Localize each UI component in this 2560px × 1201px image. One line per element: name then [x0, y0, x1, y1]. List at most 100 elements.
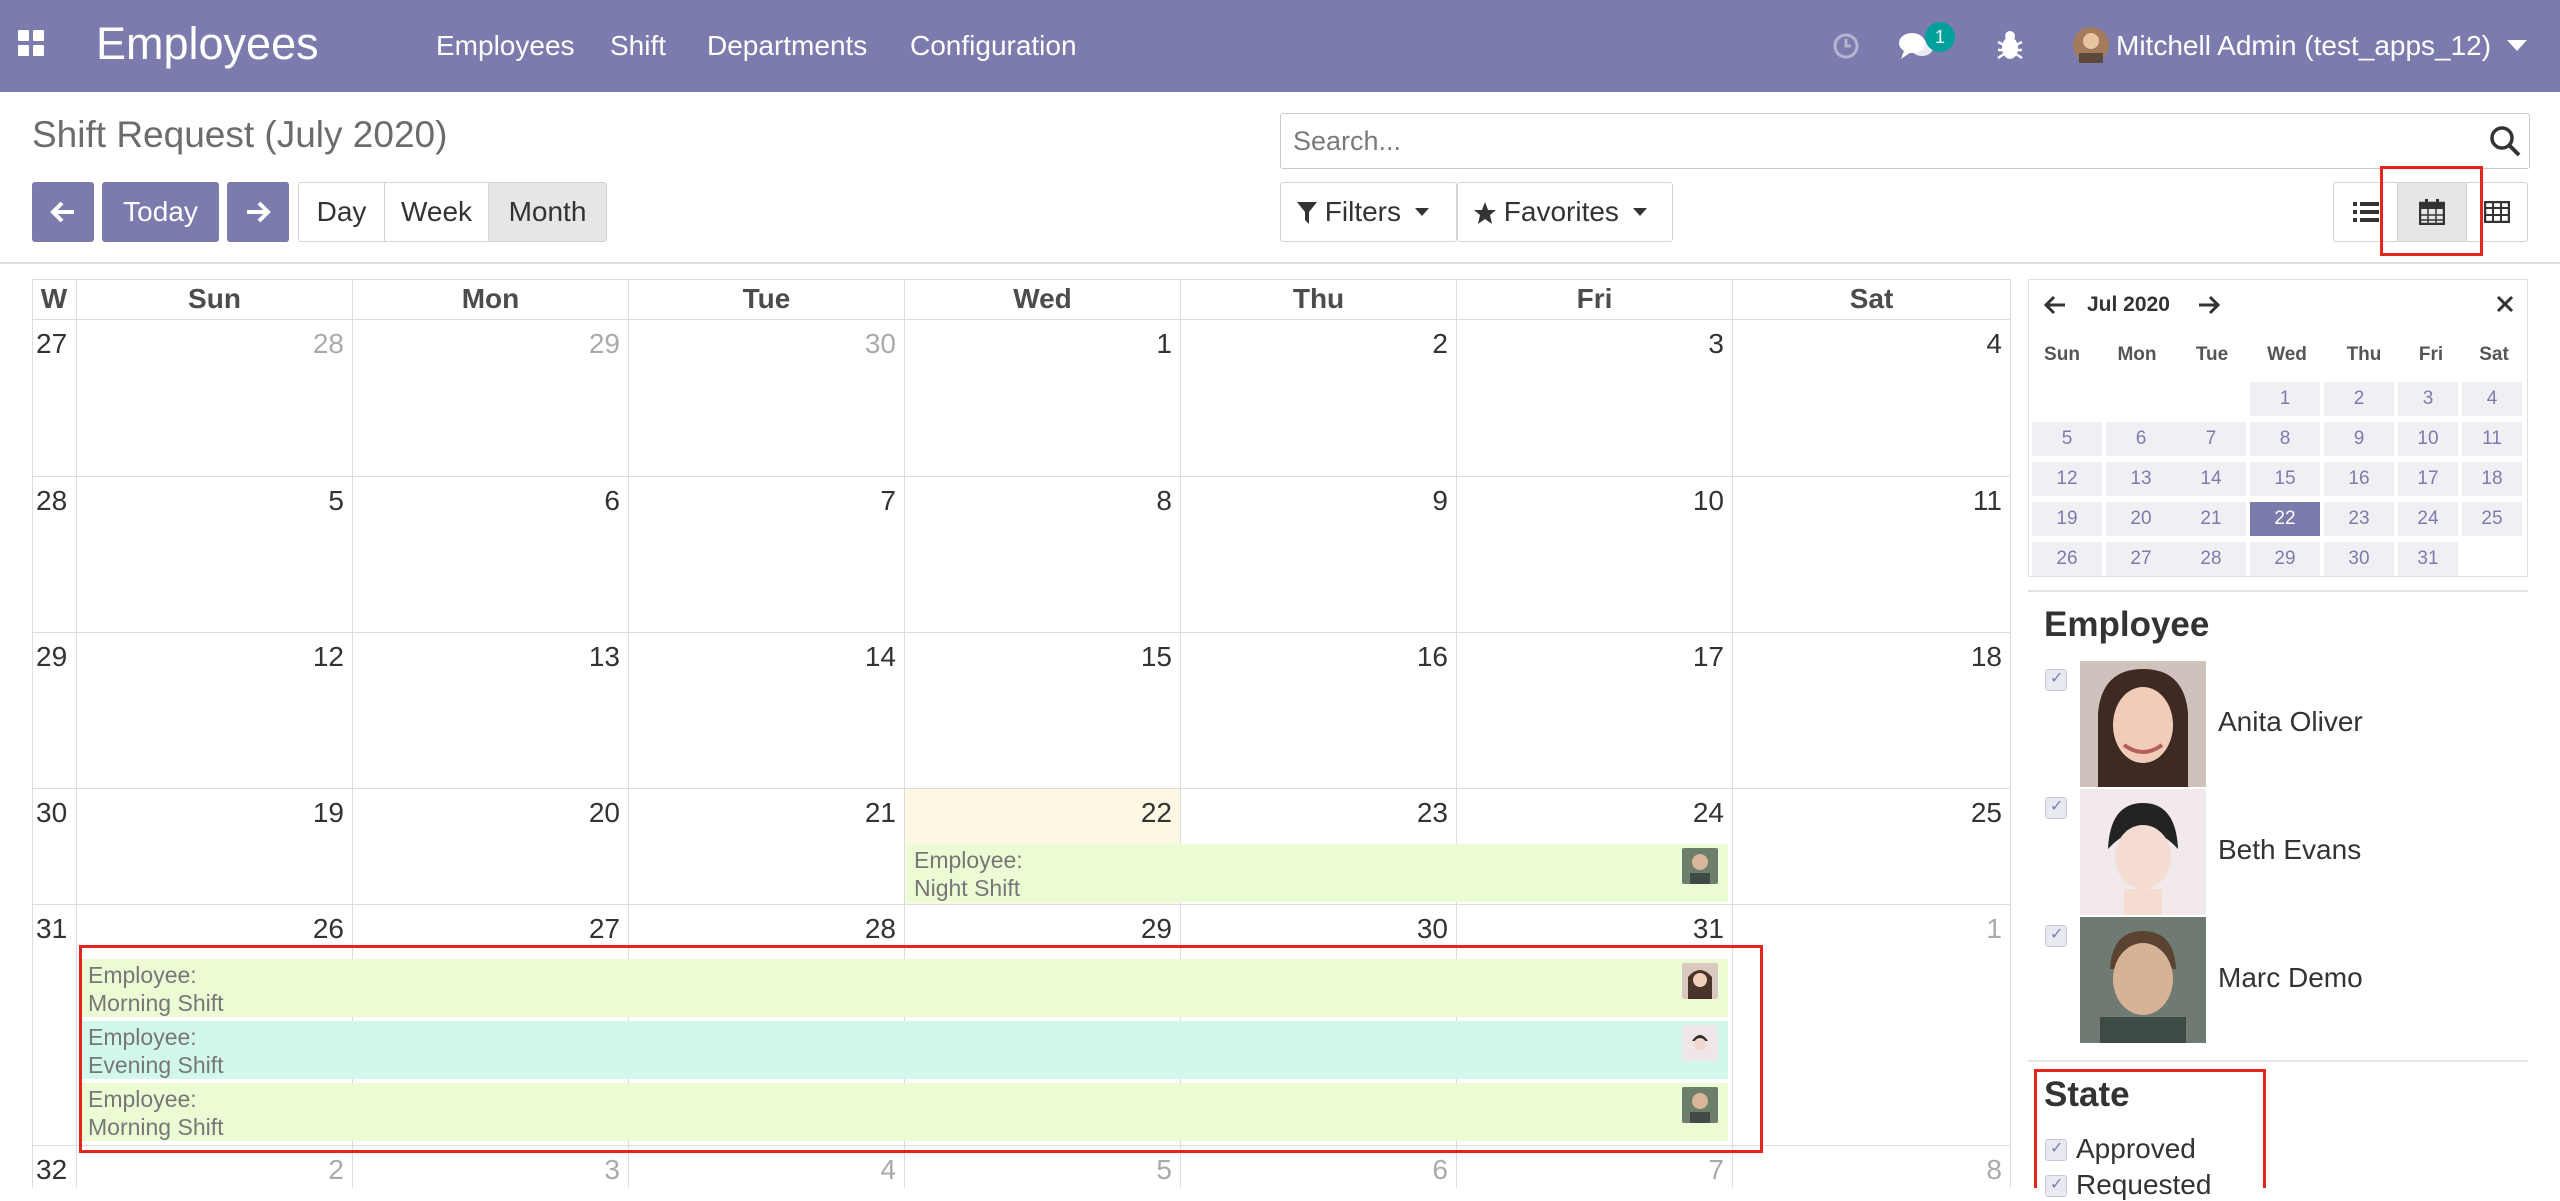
mini-day[interactable]: 9: [2324, 422, 2394, 456]
day-cell[interactable]: 12: [77, 633, 353, 789]
day-cell[interactable]: 15: [905, 633, 1181, 789]
employee-name[interactable]: Anita Oliver: [2218, 706, 2363, 738]
mini-day[interactable]: 19: [2032, 502, 2102, 536]
user-menu[interactable]: Mitchell Admin (test_apps_12): [2116, 30, 2491, 62]
day-cell[interactable]: 6: [353, 477, 629, 633]
caret-down-icon[interactable]: [2507, 40, 2527, 52]
user-avatar[interactable]: [2073, 27, 2109, 63]
employee-checkbox[interactable]: [2045, 924, 2067, 947]
mini-day[interactable]: 14: [2176, 462, 2246, 496]
mini-day[interactable]: 4: [2462, 382, 2522, 416]
menu-configuration[interactable]: Configuration: [910, 30, 1077, 62]
mini-day[interactable]: 16: [2324, 462, 2394, 496]
mini-day[interactable]: 11: [2462, 422, 2522, 456]
day-cell[interactable]: 28: [77, 320, 353, 477]
previous-button[interactable]: [32, 182, 94, 242]
mini-day[interactable]: 25: [2462, 502, 2522, 536]
next-button[interactable]: [227, 182, 289, 242]
day-cell[interactable]: 1: [1733, 905, 2011, 1146]
day-number: 29: [588, 328, 620, 359]
event-line-2: Night Shift: [914, 875, 1021, 901]
mini-day[interactable]: 1: [2250, 382, 2320, 416]
mini-day[interactable]: 10: [2398, 422, 2458, 456]
close-icon[interactable]: [2496, 295, 2514, 313]
mini-day-selected[interactable]: 22: [2250, 502, 2320, 536]
week-number-label: 27: [36, 328, 68, 359]
employee-checkbox[interactable]: [2045, 668, 2067, 691]
mini-day[interactable]: 27: [2106, 542, 2176, 576]
mini-day[interactable]: 23: [2324, 502, 2394, 536]
mini-prev-arrow-icon[interactable]: [2044, 295, 2066, 315]
debug-bug-icon[interactable]: [1996, 30, 2024, 62]
favorites-button[interactable]: Favorites: [1457, 182, 1673, 242]
day-cell[interactable]: 2: [1181, 320, 1457, 477]
mini-day[interactable]: 20: [2106, 502, 2176, 536]
day-cell[interactable]: 14: [629, 633, 905, 789]
mini-day[interactable]: 30: [2324, 542, 2394, 576]
employee-name[interactable]: Beth Evans: [2218, 834, 2361, 866]
mini-day[interactable]: 15: [2250, 462, 2320, 496]
mini-day[interactable]: 29: [2250, 542, 2320, 576]
day-cell[interactable]: 3: [1457, 320, 1733, 477]
mini-day[interactable]: 31: [2398, 542, 2458, 576]
menu-employees[interactable]: Employees: [436, 30, 575, 62]
day-cell[interactable]: 19: [77, 789, 353, 905]
menu-shift[interactable]: Shift: [610, 30, 666, 62]
scale-month-button[interactable]: Month: [488, 182, 607, 242]
mini-day[interactable]: 24: [2398, 502, 2458, 536]
day-cell[interactable]: 29: [353, 320, 629, 477]
mini-day[interactable]: 28: [2176, 542, 2246, 576]
day-cell[interactable]: 1: [905, 320, 1181, 477]
mini-next-arrow-icon[interactable]: [2198, 295, 2220, 315]
scale-week-button[interactable]: Week: [384, 182, 489, 242]
mini-day[interactable]: 2: [2324, 382, 2394, 416]
scale-day-button[interactable]: Day: [298, 182, 385, 242]
search-input[interactable]: Search...: [1280, 113, 2530, 169]
apps-menu-icon[interactable]: [18, 30, 48, 60]
day-cell[interactable]: 8: [905, 477, 1181, 633]
mini-day[interactable]: 7: [2176, 422, 2246, 456]
day-cell[interactable]: 10: [1457, 477, 1733, 633]
mini-day[interactable]: 6: [2106, 422, 2176, 456]
calendar-event[interactable]: Employee: Night Shift: [906, 844, 1728, 902]
mini-day[interactable]: 21: [2176, 502, 2246, 536]
filters-button[interactable]: Filters: [1280, 182, 1457, 242]
employee-checkbox[interactable]: [2045, 796, 2067, 819]
day-cell[interactable]: 9: [1181, 477, 1457, 633]
day-cell[interactable]: 11: [1733, 477, 2011, 633]
day-cell[interactable]: 16: [1181, 633, 1457, 789]
mini-dow: Tue: [2195, 344, 2229, 365]
day-cell[interactable]: 17: [1457, 633, 1733, 789]
day-number: 3: [604, 1154, 620, 1185]
search-icon[interactable]: [2489, 125, 2521, 157]
day-cell[interactable]: 20: [353, 789, 629, 905]
day-cell[interactable]: 5: [77, 477, 353, 633]
mini-day[interactable]: 12: [2032, 462, 2102, 496]
month-calendar: W Sun Mon Tue Wed Thu Fri Sat 27 28 29 3…: [32, 279, 2012, 1188]
mini-day[interactable]: 13: [2106, 462, 2176, 496]
day-number: 25: [1970, 797, 2002, 828]
day-cell[interactable]: 18: [1733, 633, 2011, 789]
mini-day[interactable]: 26: [2032, 542, 2102, 576]
employee-name[interactable]: Marc Demo: [2218, 962, 2363, 994]
clock-icon[interactable]: [1832, 32, 1860, 60]
today-button[interactable]: Today: [102, 182, 219, 242]
day-cell[interactable]: 4: [1733, 320, 2011, 477]
day-cell[interactable]: 30: [629, 320, 905, 477]
day-cell[interactable]: 25: [1733, 789, 2011, 905]
mini-day[interactable]: 8: [2250, 422, 2320, 456]
employee-photo: [2080, 789, 2206, 915]
day-cell[interactable]: 21: [629, 789, 905, 905]
day-number: 11: [1972, 485, 2002, 516]
mini-day[interactable]: 17: [2398, 462, 2458, 496]
mini-calendar-month[interactable]: Jul 2020: [2087, 293, 2170, 317]
app-title[interactable]: Employees: [96, 18, 319, 70]
day-cell[interactable]: 8: [1733, 1146, 2011, 1188]
mini-day[interactable]: 18: [2462, 462, 2522, 496]
mini-day[interactable]: 5: [2032, 422, 2102, 456]
mini-day[interactable]: 3: [2398, 382, 2458, 416]
menu-departments[interactable]: Departments: [707, 30, 867, 62]
arrow-right-icon: [247, 201, 271, 223]
day-cell[interactable]: 13: [353, 633, 629, 789]
day-cell[interactable]: 7: [629, 477, 905, 633]
